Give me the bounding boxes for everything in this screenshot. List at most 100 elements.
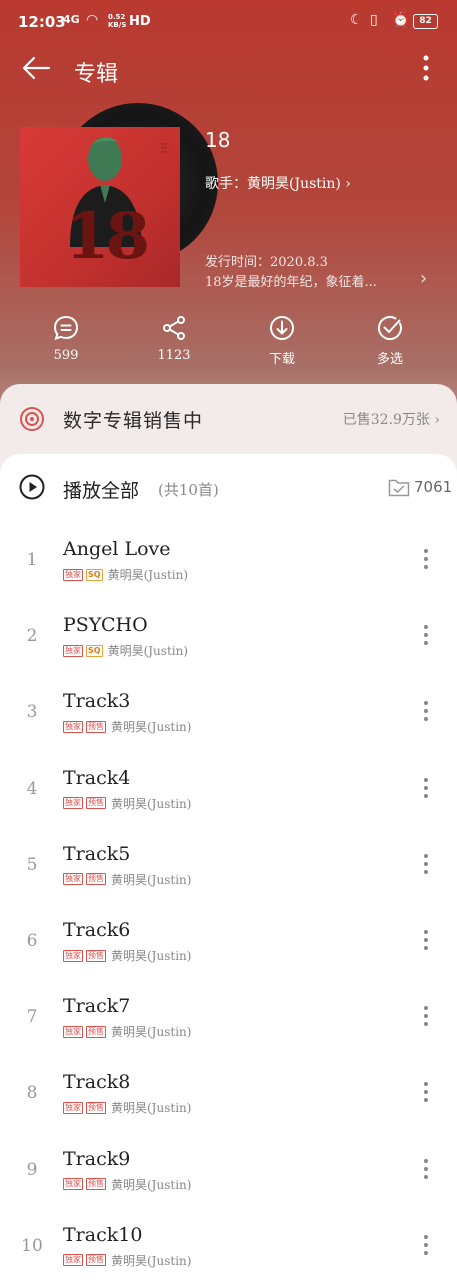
track-number: 3: [26, 702, 38, 723]
track-meta: 独家 预售 黄明昊(Justin): [63, 1023, 191, 1040]
track-badge: 预售: [86, 873, 106, 886]
track-more-icon[interactable]: [416, 851, 436, 877]
album-cover[interactable]: 18 | | |: [20, 127, 180, 287]
sq-badge: SQ: [86, 568, 103, 581]
track-row[interactable]: 8 Track8 独家 预售 黄明昊(Justin): [0, 1065, 457, 1141]
track-artist: 黄明昊(Justin): [111, 949, 192, 963]
track-title: Angel Love: [63, 538, 171, 560]
track-row[interactable]: 3 Track3 独家 预售 黄明昊(Justin): [0, 684, 457, 760]
sales-count: 已售32.9万张 ›: [342, 412, 440, 428]
moon-icon: ☾: [350, 12, 363, 28]
track-title: Track10: [63, 1223, 143, 1246]
back-arrow-icon[interactable]: [20, 52, 52, 84]
comment-icon: [53, 315, 79, 341]
track-badge: 预售: [86, 1178, 106, 1191]
play-all-button[interactable]: 播放全部: [63, 476, 139, 503]
track-number: 9: [26, 1159, 38, 1180]
track-badge: 预售: [86, 720, 106, 733]
track-more-icon[interactable]: [416, 546, 436, 572]
download-label: 下载: [268, 352, 295, 367]
network-speed: 0.52 KB/S: [108, 13, 126, 29]
track-badge: 独家: [63, 1254, 83, 1267]
track-artist: 黄明昊(Justin): [111, 1025, 192, 1040]
track-title: Track8: [63, 1071, 131, 1094]
share-count: 1123: [157, 348, 191, 363]
track-badge: 独家: [63, 949, 83, 962]
collect-count: 7061: [414, 478, 453, 496]
wifi-icon: ◠: [86, 12, 99, 28]
album-title: 18: [205, 128, 231, 152]
track-number: 1: [26, 550, 38, 570]
track-more-icon[interactable]: [416, 1003, 436, 1029]
track-row[interactable]: 9 Track9 独家 预售 黄明昊(Justin): [0, 1142, 457, 1218]
artist-link[interactable]: 歌手：黄明昊(Justin) ›: [205, 173, 351, 193]
track-row[interactable]: 1 Angel Love 独家 SQ 黄明昊(Justin): [0, 532, 457, 608]
album-description[interactable]: 18岁是最好的年纪，象征着...: [205, 271, 420, 290]
multi-select-button[interactable]: 多选: [360, 314, 420, 367]
track-more-icon[interactable]: [416, 775, 436, 801]
track-number: 2: [26, 626, 38, 647]
alarm-icon: ⏰: [392, 12, 410, 28]
play-all-icon[interactable]: [19, 474, 45, 500]
track-more-icon[interactable]: [416, 1079, 436, 1105]
track-badge: 预售: [86, 797, 106, 810]
track-artist: 黄明昊(Justin): [111, 1177, 192, 1192]
track-meta: 独家 预售 黄明昊(Justin): [63, 795, 191, 812]
track-badge: 独家: [63, 873, 83, 886]
track-count: (共10首): [158, 481, 219, 499]
network-speed-value: 0.52: [108, 13, 126, 21]
sq-badge: SQ: [86, 644, 103, 657]
track-title: Track7: [63, 995, 131, 1018]
track-more-icon[interactable]: [416, 698, 436, 724]
sales-record-icon: [20, 407, 44, 431]
track-row[interactable]: 10 Track10 独家 预售 黄明昊(Justin): [0, 1218, 457, 1280]
track-badge: 预售: [86, 949, 106, 962]
track-badge: 预售: [86, 1025, 106, 1038]
track-badge: 独家: [63, 797, 83, 810]
track-badge: 独家: [63, 644, 83, 657]
track-artist: 黄明昊(Justin): [111, 1253, 192, 1268]
track-more-icon[interactable]: [416, 622, 436, 648]
collect-folder-icon[interactable]: [388, 477, 410, 497]
track-meta: 独家 SQ 黄明昊(Justin): [63, 566, 188, 583]
track-number: 7: [26, 1007, 38, 1028]
track-badge: 独家: [63, 1025, 83, 1038]
track-badge: 预售: [86, 1254, 106, 1267]
track-artist: 黄明昊(Justin): [111, 872, 192, 887]
track-artist: 黄明昊(Justin): [107, 644, 189, 659]
track-title: Track6: [63, 919, 131, 941]
share-button[interactable]: 1123: [144, 314, 204, 363]
battery-icon: 82: [413, 14, 438, 29]
track-meta: 独家 预售 黄明昊(Justin): [63, 1099, 191, 1116]
track-meta: 独家 SQ 黄明昊(Justin): [63, 642, 188, 659]
track-more-icon[interactable]: [416, 1232, 436, 1258]
track-row[interactable]: 6 Track6 独家 预售 黄明昊(Justin): [0, 913, 457, 989]
cover-side-mark: | | |: [160, 143, 167, 153]
track-badge: 预售: [86, 1101, 106, 1114]
download-button[interactable]: 下载: [252, 314, 312, 367]
track-title: PSYCHO: [63, 614, 148, 637]
track-meta: 独家 预售 黄明昊(Justin): [63, 947, 191, 964]
track-row[interactable]: 5 Track5 独家 预售 黄明昊(Justin): [0, 837, 457, 913]
track-more-icon[interactable]: [416, 1156, 436, 1182]
track-list-panel: 播放全部 (共10首) 7061 1 Angel Love 独家 SQ 黄明昊(Just…: [0, 454, 457, 1280]
comment-button[interactable]: 599: [36, 314, 96, 363]
track-more-icon[interactable]: [416, 927, 436, 953]
sales-status: 数字专辑销售中: [63, 410, 204, 432]
track-row[interactable]: 4 Track4 独家 预售 黄明昊(Justin): [0, 761, 457, 837]
track-number: 10: [21, 1235, 43, 1256]
more-vertical-icon[interactable]: [414, 52, 438, 84]
comment-count: 599: [53, 348, 79, 363]
track-title: Track3: [63, 690, 131, 713]
chevron-right-icon[interactable]: ›: [420, 268, 427, 289]
track-number: 5: [26, 854, 38, 875]
track-badge: 独家: [63, 1178, 83, 1191]
track-meta: 独家 预售 黄明昊(Justin): [63, 871, 191, 888]
track-artist: 黄明昊(Justin): [107, 568, 189, 582]
release-date: 发行时间：2020.8.3: [205, 255, 328, 270]
cover-number: 18: [65, 199, 150, 274]
track-row[interactable]: 2 PSYCHO 独家 SQ 黄明昊(Justin): [0, 608, 457, 684]
multi-select-icon: [378, 316, 402, 340]
track-title: Track9: [63, 1147, 131, 1170]
track-row[interactable]: 7 Track7 独家 预售 黄明昊(Justin): [0, 989, 457, 1065]
